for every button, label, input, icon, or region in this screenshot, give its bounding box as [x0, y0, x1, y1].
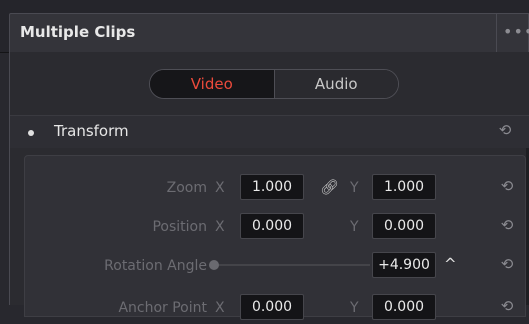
- position-row: Position X 0.000 Y 0.000 ⟲: [25, 213, 525, 243]
- title-bar: Multiple Clips •••: [9, 13, 529, 52]
- position-x-field[interactable]: 0.000: [240, 213, 304, 239]
- transform-controls: Zoom X 1.000 🔗︎ Y 1.000 ⟲ Position X 0.0…: [24, 155, 526, 320]
- anchor-label: Anchor Point: [118, 300, 207, 316]
- anchor-x-field[interactable]: 0.000: [240, 294, 304, 320]
- transform-section-header[interactable]: Transform ⟲: [10, 115, 529, 148]
- anchor-row: Anchor Point X 0.000 Y 0.000 ⟲: [25, 294, 525, 324]
- caret-up-icon[interactable]: ^: [444, 255, 457, 273]
- zoom-y-field[interactable]: 1.000: [372, 174, 436, 200]
- anchor-y-field[interactable]: 0.000: [372, 294, 436, 320]
- rotation-reset-icon[interactable]: ⟲: [499, 256, 515, 272]
- anchor-x-axis-label: X: [215, 300, 225, 316]
- section-enabled-dot[interactable]: [28, 130, 34, 136]
- zoom-row: Zoom X 1.000 🔗︎ Y 1.000 ⟲: [25, 174, 525, 204]
- rotation-field[interactable]: +4.900: [372, 252, 436, 278]
- position-reset-icon[interactable]: ⟲: [499, 217, 515, 233]
- video-audio-toggle: Video Audio: [149, 69, 399, 99]
- link-icon[interactable]: 🔗︎: [320, 178, 339, 196]
- more-dots-icon[interactable]: •••: [503, 22, 529, 41]
- panel-title: Multiple Clips: [20, 23, 136, 41]
- position-x-axis-label: X: [215, 219, 225, 235]
- tab-video[interactable]: Video: [150, 70, 275, 98]
- position-label: Position: [152, 219, 207, 235]
- zoom-reset-icon[interactable]: ⟲: [499, 178, 515, 194]
- position-y-field[interactable]: 0.000: [372, 213, 436, 239]
- panel-header: Multiple Clips •••: [0, 0, 529, 53]
- tab-audio[interactable]: Audio: [274, 70, 398, 98]
- rotation-slider-knob[interactable]: [209, 260, 219, 270]
- title-divider: [496, 14, 497, 52]
- zoom-x-field[interactable]: 1.000: [240, 174, 304, 200]
- zoom-x-axis-label: X: [215, 180, 225, 196]
- inspector-panel: Video Audio Transform ⟲ Zoom X 1.000 🔗︎ …: [9, 52, 529, 320]
- rotation-row: Rotation Angle +4.900 ^ ⟲: [25, 252, 525, 282]
- position-y-axis-label: Y: [350, 219, 359, 235]
- anchor-reset-icon[interactable]: ⟲: [499, 298, 515, 314]
- zoom-label: Zoom: [166, 180, 207, 196]
- rotation-label: Rotation Angle: [104, 258, 207, 274]
- section-title: Transform: [54, 122, 129, 140]
- zoom-y-axis-label: Y: [350, 180, 359, 196]
- reset-icon[interactable]: ⟲: [497, 122, 513, 138]
- rotation-slider-track[interactable]: [216, 264, 370, 266]
- anchor-y-axis-label: Y: [350, 300, 359, 316]
